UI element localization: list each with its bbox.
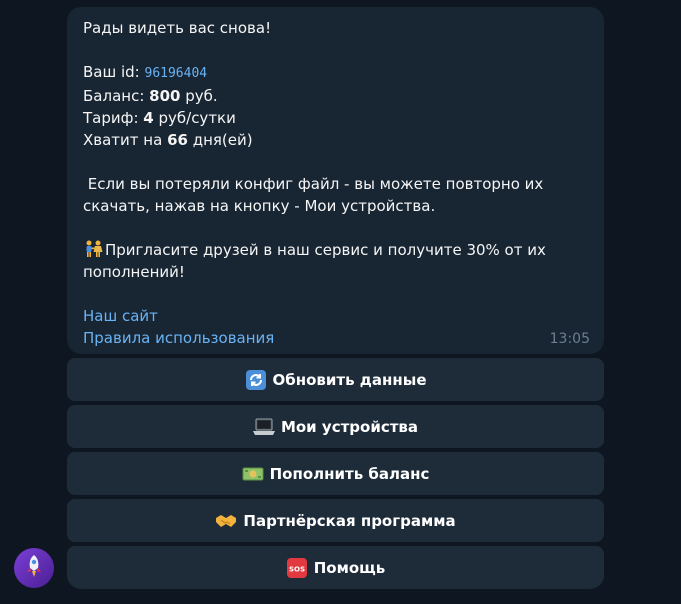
help-label: Помощь [313, 558, 386, 577]
partner-program-button[interactable]: Партнёрская программа [67, 499, 604, 542]
bot-message: Рады видеть вас снова! Ваш id: 96196404 … [67, 7, 604, 354]
tariff-unit: руб/сутки [153, 109, 236, 127]
money-icon [242, 463, 264, 485]
chat-area: Рады видеть вас снова! Ваш id: 96196404 … [0, 0, 681, 604]
enough-value: 66 [167, 131, 188, 149]
my-devices-label: Мои устройства [280, 417, 419, 436]
invite-text-1: Пригласите друзей в наш сервис и получит… [105, 241, 546, 259]
greeting-text: Рады видеть вас снова! [83, 19, 272, 37]
help-button[interactable]: SOS Помощь [67, 546, 604, 589]
my-devices-button[interactable]: Мои устройства [67, 405, 604, 448]
user-id-line: Ваш id: 96196404 [83, 61, 588, 85]
handshake-icon [215, 510, 237, 532]
balance-line: Баланс: 800 руб. [83, 85, 588, 107]
balance-label: Баланс: [83, 87, 150, 105]
invite-line-1: Пригласите друзей в наш сервис и получит… [83, 239, 588, 261]
svg-text:SOS: SOS [289, 565, 305, 573]
balance-unit: руб. [180, 87, 218, 105]
bot-avatar[interactable] [14, 548, 54, 588]
enough-unit: дня(ей) [187, 131, 253, 149]
config-text-2: скачать, нажав на кнопку - Мои устройств… [83, 197, 436, 215]
balance-value: 800 [149, 87, 181, 105]
inline-keyboard: Обновить данные Мои устройства Пополнить… [67, 358, 604, 593]
enough-line: Хватит на 66 дня(ей) [83, 129, 588, 151]
sos-icon: SOS [286, 557, 308, 579]
tariff-value: 4 [143, 109, 154, 127]
rocket-icon [21, 553, 47, 583]
enough-label: Хватит на [83, 131, 168, 149]
refresh-data-label: Обновить данные [272, 370, 427, 389]
tariff-line: Тариф: 4 руб/сутки [83, 107, 588, 129]
site-link[interactable]: Наш сайт [83, 307, 158, 325]
refresh-icon [245, 369, 267, 391]
topup-balance-label: Пополнить баланс [269, 464, 430, 483]
message-timestamp: 13:05 [549, 331, 590, 347]
invite-text-2: пополнений! [83, 263, 185, 281]
rules-link[interactable]: Правила использования [83, 329, 274, 347]
config-text-1: Если вы потеряли конфиг файл - вы можете… [83, 175, 544, 193]
topup-balance-button[interactable]: Пополнить баланс [67, 452, 604, 495]
user-id-label: Ваш id: [83, 63, 145, 81]
refresh-data-button[interactable]: Обновить данные [67, 358, 604, 401]
laptop-icon [252, 416, 275, 438]
tariff-label: Тариф: [83, 109, 144, 127]
user-id-value[interactable]: 96196404 [145, 66, 208, 81]
people-holding-hands-icon [83, 239, 105, 261]
partner-program-label: Партнёрская программа [243, 511, 456, 530]
